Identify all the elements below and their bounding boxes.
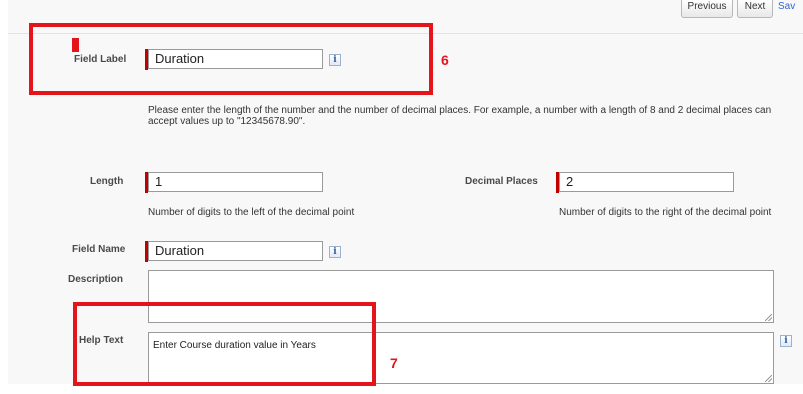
resize-handle[interactable]	[763, 312, 772, 321]
annotation-box-7	[73, 302, 376, 386]
length-instructions: Please enter the length of the number an…	[148, 105, 772, 127]
length-input[interactable]: 1	[148, 172, 323, 192]
annotation-number-6: 6	[441, 52, 449, 68]
previous-button[interactable]: Previous	[681, 0, 733, 18]
annotation-number-7: 7	[390, 355, 398, 371]
decimal-places-hint: Number of digits to the right of the dec…	[559, 207, 772, 218]
info-icon[interactable]: i	[329, 246, 341, 258]
annotation-box-6	[29, 23, 433, 95]
field-name-input[interactable]: Duration	[148, 241, 323, 261]
toolbar-link[interactable]: Sav	[778, 1, 795, 12]
annotation-marker	[72, 38, 79, 52]
resize-handle[interactable]	[763, 373, 772, 382]
field-name-label: Field Name	[72, 244, 126, 255]
decimal-places-input[interactable]: 2	[559, 172, 734, 192]
length-label: Length	[90, 176, 124, 187]
info-icon[interactable]: i	[780, 335, 792, 347]
length-hint: Number of digits to the left of the deci…	[148, 207, 355, 218]
description-label: Description	[68, 274, 124, 285]
next-button[interactable]: Next	[737, 0, 773, 18]
decimal-places-label: Decimal Places	[465, 176, 538, 187]
